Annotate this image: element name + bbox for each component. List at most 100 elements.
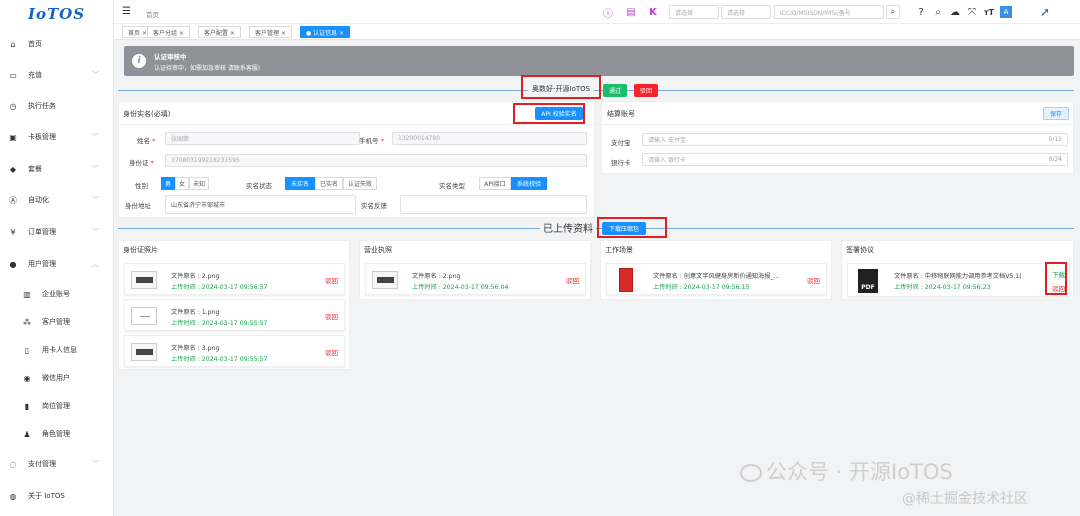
type-api[interactable]: API接口 xyxy=(479,177,511,190)
search-button-icon[interactable]: ⌕ xyxy=(886,5,900,19)
sidebar-item[interactable]: ◍ 关于 IoTOS xyxy=(0,487,113,505)
file-card[interactable]: 文件原名 : 3.png 上传时间 : 2024-03-17 09:55:57 … xyxy=(124,335,345,367)
chevron-down-icon: ﹀ xyxy=(92,165,99,173)
pass-button[interactable]: 通过 xyxy=(603,84,627,97)
file-name: 文件原名 : 2.png xyxy=(412,273,461,280)
sidebar-item[interactable]: ⌂ 首页 xyxy=(0,35,113,53)
customer-icon: ⁂ xyxy=(23,317,31,327)
package-icon: ◆ xyxy=(9,164,17,174)
file-card[interactable]: PDF 文件原名 : 中移物联网能力调用参考文档V5.1( 上传时间 : 202… xyxy=(847,263,1070,297)
reject-link[interactable]: 驳回 xyxy=(566,275,579,285)
sidebar-item[interactable]: ▣ 卡板管理 ﹀ xyxy=(0,128,113,146)
file-thumbnail xyxy=(131,307,157,325)
alert-title: 认证审核中 xyxy=(154,53,187,61)
select-1[interactable]: 请选择 xyxy=(669,5,719,19)
file-thumbnail xyxy=(372,271,398,289)
search-icon[interactable]: ⌕ xyxy=(931,5,945,19)
wechat-icon xyxy=(740,464,762,482)
chevron-down-icon: ﹀ xyxy=(92,71,99,79)
status-failed[interactable]: 认证失败 xyxy=(343,177,377,190)
name-input[interactable]: 张国荣 xyxy=(165,132,360,145)
translate-icon[interactable]: A xyxy=(1000,6,1012,18)
font-size-icon[interactable]: тT xyxy=(982,5,996,19)
sidebar-item[interactable]: ◷ 执行任务 xyxy=(0,97,113,115)
file-name: 文件原名 : 创意文字风健身房新价通知海报_... xyxy=(653,273,780,280)
logo[interactable]: IoTOS xyxy=(0,0,113,28)
wechat-icon: ◉ xyxy=(23,373,31,383)
sidebar-item[interactable]: ▯ 用卡人信息 xyxy=(0,341,113,359)
address-textarea[interactable]: 山东省济宁市邹城市 xyxy=(165,195,356,214)
sidebar-item[interactable]: ● 用户管理 ︿ xyxy=(0,255,113,273)
breadcrumb[interactable]: 首页 xyxy=(146,9,159,19)
reject-button[interactable]: 驳回 xyxy=(634,84,658,97)
reject-link[interactable]: 驳回 xyxy=(325,311,338,321)
group-title: 营业执照 xyxy=(364,246,392,254)
highlight-box-api xyxy=(513,103,585,124)
role-icon: ♟ xyxy=(23,429,31,439)
tab-customer-manage[interactable]: 客户管理 × xyxy=(249,26,292,38)
group-agreement: 签署协议 PDF 文件原名 : 中移物联网能力调用参考文档V5.1( 上传时间 … xyxy=(841,240,1074,300)
brand-k-icon[interactable]: K xyxy=(646,5,660,19)
bank-input[interactable]: 请输入 银行卡 0/24 xyxy=(642,153,1068,166)
file-card[interactable]: 文件原名 : 创意文字风健身房新价通知海报_... 上传时间 : 2024-03… xyxy=(606,263,827,295)
status-verified[interactable]: 已实名 xyxy=(315,177,343,190)
help-icon[interactable]: ? xyxy=(914,5,928,19)
gender-male[interactable]: 男 xyxy=(161,177,175,190)
gender-female[interactable]: 女 xyxy=(175,177,189,190)
select-2[interactable]: 请选择 xyxy=(721,5,771,19)
file-name: 文件原名 : 2.png xyxy=(171,273,220,280)
tab-auth-info[interactable]: ● 认证信息 × xyxy=(300,26,351,38)
reject-link[interactable]: 驳回 xyxy=(325,275,338,285)
status-unverified[interactable]: 未实名 xyxy=(285,177,315,190)
sidebar-item[interactable]: ⁂ 客户管理 xyxy=(0,313,113,331)
search-input[interactable]: ICCID/MSISDN/IMSI/备号 xyxy=(774,5,884,19)
document-icon[interactable]: ▤ xyxy=(624,5,638,19)
settlement-title: 结算账号 xyxy=(607,110,635,118)
alipay-input[interactable]: 请输入 支付宝 0/11 xyxy=(642,133,1068,146)
sidebar-item[interactable]: ▮ 岗位管理 xyxy=(0,397,113,415)
cloud-download-icon[interactable]: ☁ xyxy=(948,5,962,19)
tab-customer-config[interactable]: 客户配置 × xyxy=(198,26,241,38)
status-label: 实名状态 xyxy=(246,182,272,190)
highlight-box-reviewer xyxy=(521,75,601,99)
gender-unknown[interactable]: 未知 xyxy=(189,177,209,190)
idcard-title: 身份实名(必填) xyxy=(123,110,171,118)
poster-thumbnail xyxy=(619,268,633,292)
type-label: 实名类型 xyxy=(439,182,465,190)
file-thumbnail xyxy=(131,271,157,289)
sidebar-item[interactable]: ◌ 支付管理 ﹀ xyxy=(0,455,113,473)
menu-toggle-icon[interactable]: ☰ xyxy=(122,6,131,17)
sidebar-item[interactable]: ♟ 角色管理 xyxy=(0,425,113,443)
upload-time: 上传时间 : 2024-03-17 09:56:57 xyxy=(171,284,268,291)
group-license: 营业执照 文件原名 : 2.png 上传时间 : 2024-03-17 09:5… xyxy=(359,240,591,300)
sidebar-item[interactable]: ▭ 充值 ﹀ xyxy=(0,66,113,84)
sidebar-item-label: 关于 IoTOS xyxy=(28,492,65,500)
file-card[interactable]: 文件原名 : 2.png 上传时间 : 2024-03-17 09:56:57 … xyxy=(124,263,345,295)
sidebar-item[interactable]: ◆ 套餐 ﹀ xyxy=(0,160,113,178)
sidebar-item[interactable]: ▥ 企业账号 xyxy=(0,285,113,303)
sidebar-item-label: 执行任务 xyxy=(28,102,56,110)
reject-link[interactable]: 驳回 xyxy=(325,347,338,357)
avatar[interactable]: ➚ xyxy=(1034,5,1056,19)
reject-link[interactable]: 驳回 xyxy=(807,275,820,285)
sidebar-item-label: 微信用户 xyxy=(42,374,70,382)
top-header: ☰ 首页 ⓘ ▤ K 请选择 请选择 ICCID/MSISDN/IMSI/备号 … xyxy=(114,0,1080,24)
sidebar-item[interactable]: Ⓐ 自动化 ﹀ xyxy=(0,191,113,209)
help-circle-icon[interactable]: ⓘ xyxy=(601,5,615,20)
sidebar-item[interactable]: ¥ 订单管理 ﹀ xyxy=(0,223,113,241)
fullscreen-icon[interactable]: ⤧ xyxy=(965,5,979,19)
tab-customer-group[interactable]: 客户分组 × xyxy=(147,26,190,38)
idno-input[interactable]: 370803199218231595 xyxy=(165,154,587,167)
feedback-textarea[interactable] xyxy=(400,195,587,214)
sidebar-item-label: 套餐 xyxy=(28,165,42,173)
file-card[interactable]: 文件原名 : 1.png 上传时间 : 2024-03-17 09:55:57 … xyxy=(124,299,345,331)
sidebar-item-label: 客户管理 xyxy=(42,318,70,326)
phone-input[interactable]: 13200014780 xyxy=(392,132,587,145)
type-system[interactable]: 系统校验 xyxy=(511,177,547,190)
save-button[interactable]: 保存 xyxy=(1043,107,1069,120)
bank-label: 银行卡 xyxy=(611,159,631,167)
file-card[interactable]: 文件原名 : 2.png 上传时间 : 2024-03-17 09:56:04 … xyxy=(365,263,586,295)
sidebar-item[interactable]: ◉ 微信用户 xyxy=(0,369,113,387)
user-icon: ● xyxy=(9,259,17,269)
file-thumbnail xyxy=(131,343,157,361)
